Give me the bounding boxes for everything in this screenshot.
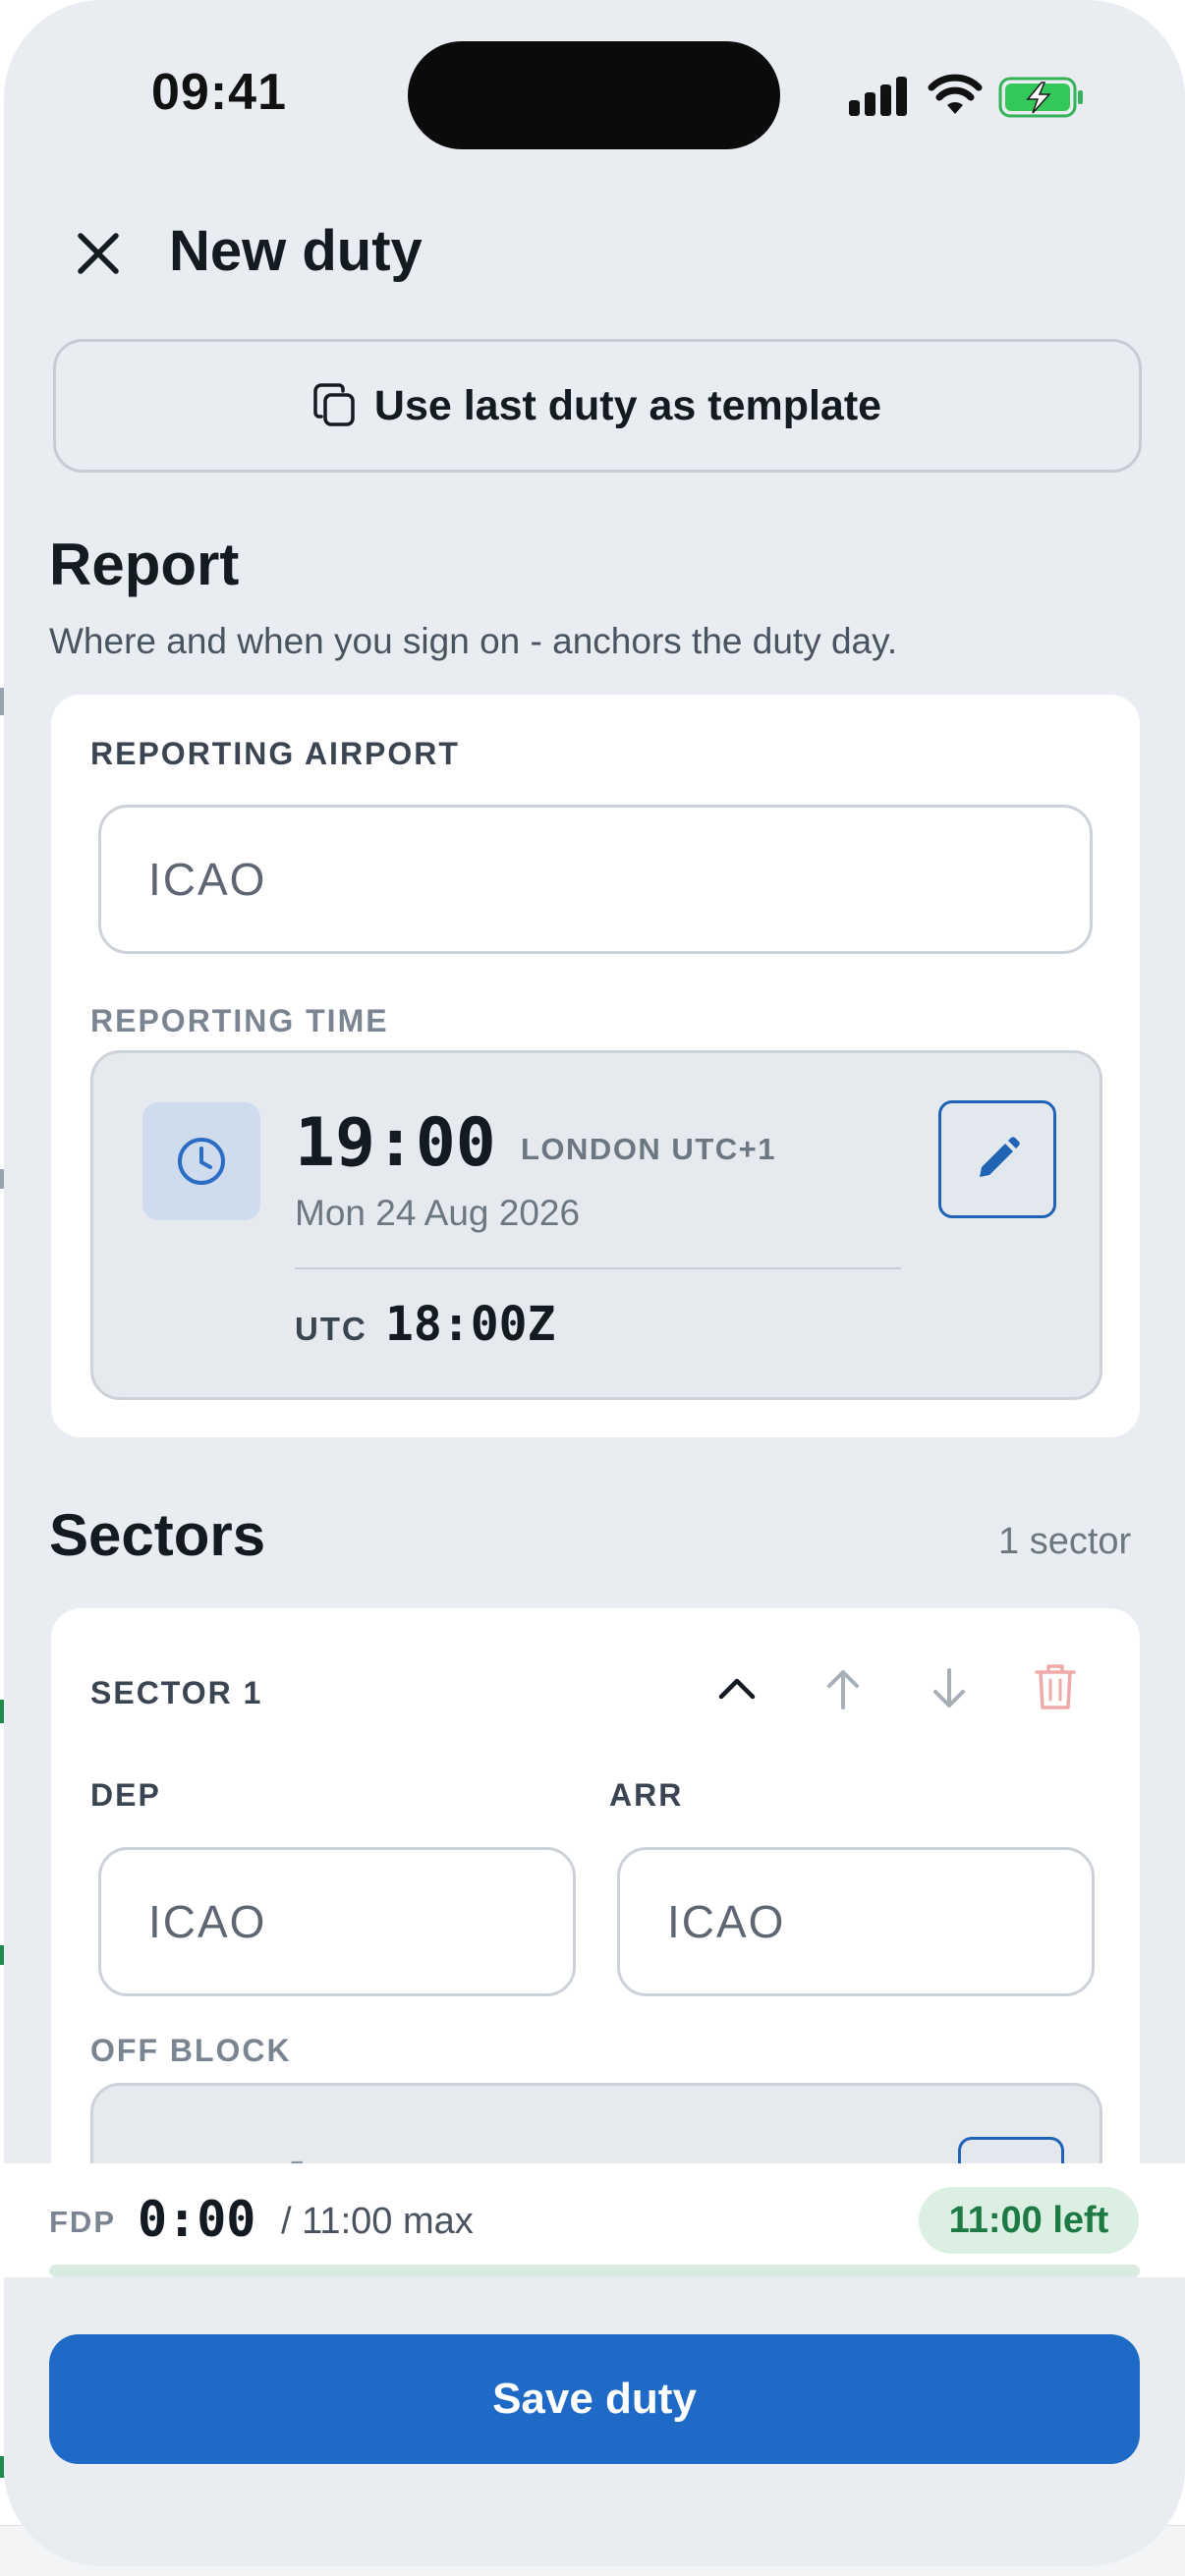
arrow-down-icon: [933, 1668, 965, 1708]
reporting-date: Mon 24 Aug 2026: [295, 1193, 581, 1233]
reporting-time-picker[interactable]: 19:00 LONDON UTC+1 Mon 24 Aug 2026 UTC 1…: [90, 1050, 1102, 1400]
battery-charging-icon: [998, 77, 1083, 118]
dep-label: DEP: [90, 1777, 161, 1813]
reporting-local-time: 19:00: [295, 1104, 496, 1182]
save-duty-button[interactable]: Save duty: [49, 2334, 1140, 2464]
move-sector-up-button[interactable]: [814, 1659, 873, 1718]
close-icon[interactable]: [71, 226, 126, 281]
chevron-up-icon: [718, 1678, 756, 1700]
reporting-time-label: REPORTING TIME: [90, 1003, 389, 1038]
dynamic-island: [408, 41, 780, 149]
move-sector-down-button[interactable]: [920, 1659, 979, 1718]
off-block-label: OFF BLOCK: [90, 2033, 292, 2068]
reporting-airport-input[interactable]: ICAO: [98, 805, 1093, 954]
new-duty-sheet: 09:41 New duty Use last duty as template…: [4, 0, 1185, 2566]
time-divider: [295, 1267, 901, 1269]
reporting-utc-time: 18:00Z: [385, 1297, 556, 1352]
cellular-signal-icon: [849, 77, 908, 116]
fdp-remaining-badge: 11:00 left: [919, 2187, 1139, 2254]
status-time: 09:41: [151, 64, 287, 121]
clock-icon: [142, 1102, 260, 1220]
page-title: New duty: [169, 219, 423, 283]
sector-title: SECTOR 1: [90, 1675, 263, 1710]
reporting-timezone: LONDON UTC+1: [521, 1132, 776, 1166]
arrow-up-icon: [827, 1670, 859, 1709]
arr-input[interactable]: ICAO: [617, 1847, 1095, 1996]
fdp-label: FDP: [49, 2205, 116, 2239]
dep-input[interactable]: ICAO: [98, 1847, 576, 1996]
fdp-value: 0:00: [138, 2191, 256, 2248]
arr-label: ARR: [609, 1777, 684, 1813]
wifi-icon: [928, 74, 983, 114]
fdp-max: / 11:00 max: [281, 2201, 474, 2242]
collapse-sector-button[interactable]: [707, 1659, 766, 1718]
sector-count: 1 sector: [998, 1521, 1132, 1562]
copy-icon: [313, 383, 355, 426]
utc-label: UTC: [295, 1311, 367, 1347]
trash-icon: [1035, 1664, 1076, 1709]
pencil-icon: [980, 1137, 1020, 1177]
delete-sector-button[interactable]: [1026, 1657, 1085, 1716]
edit-time-button[interactable]: [938, 1100, 1056, 1218]
reporting-airport-label: REPORTING AIRPORT: [90, 736, 460, 771]
report-card: REPORTING AIRPORT ICAO REPORTING TIME 19…: [51, 695, 1140, 1437]
report-section-subtitle: Where and when you sign on - anchors the…: [49, 621, 898, 661]
use-template-button[interactable]: Use last duty as template: [53, 339, 1142, 473]
fdp-progress-bar: [49, 2265, 1140, 2277]
report-section-title: Report: [49, 532, 240, 597]
sectors-section-title: Sectors: [49, 1502, 266, 1568]
use-template-label: Use last duty as template: [373, 381, 882, 429]
